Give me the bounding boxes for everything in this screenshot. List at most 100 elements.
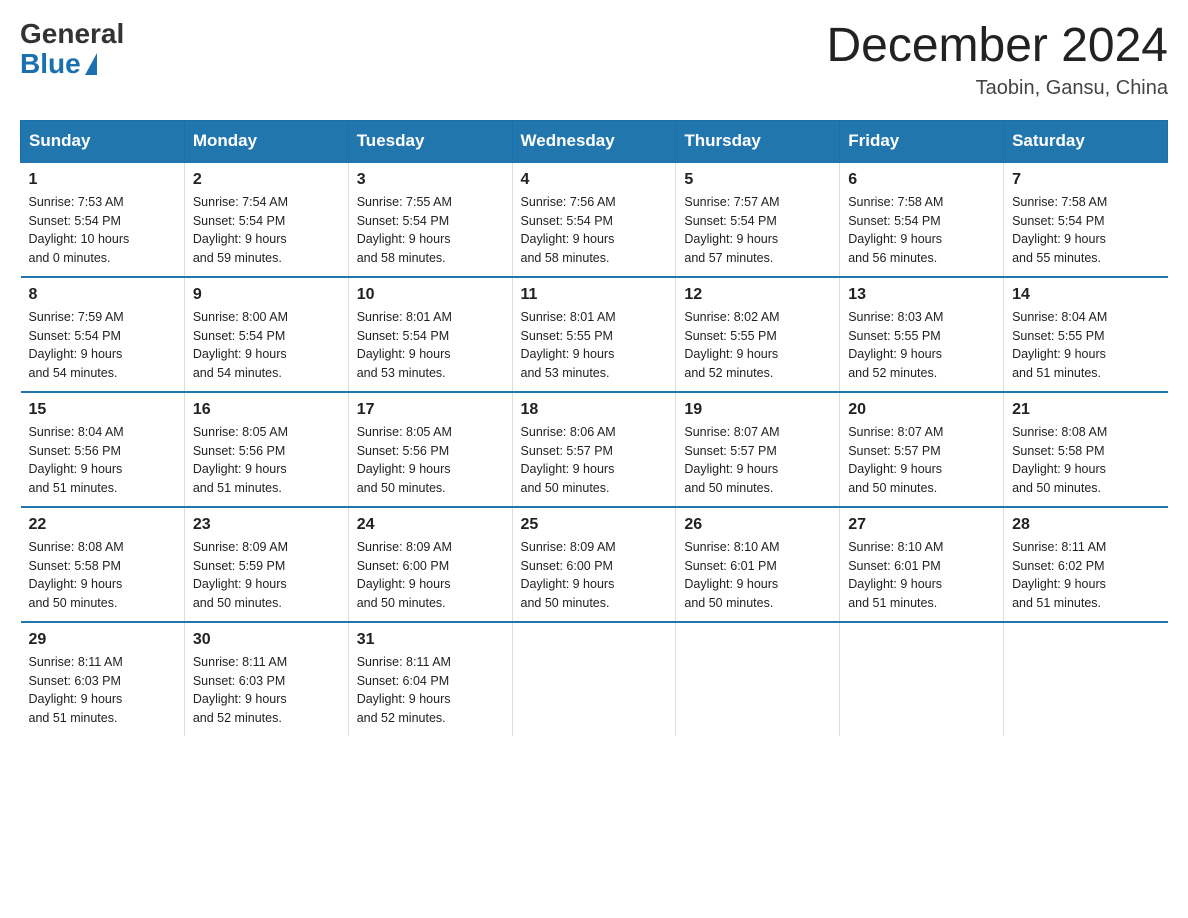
calendar-cell: 14Sunrise: 8:04 AM Sunset: 5:55 PM Dayli…	[1004, 277, 1168, 392]
day-number: 4	[521, 171, 668, 189]
calendar-cell: 10Sunrise: 8:01 AM Sunset: 5:54 PM Dayli…	[348, 277, 512, 392]
calendar-cell: 5 Sunrise: 7:57 AM Sunset: 5:54 PM Daylig…	[676, 162, 840, 277]
day-info: Sunrise: 8:08 AM Sunset: 5:58 PM Dayligh…	[29, 538, 176, 613]
day-number: 23	[193, 516, 340, 534]
day-info: Sunrise: 8:06 AM Sunset: 5:57 PM Dayligh…	[521, 423, 668, 498]
calendar-cell: 23Sunrise: 8:09 AM Sunset: 5:59 PM Dayli…	[184, 507, 348, 622]
day-number: 31	[357, 631, 504, 649]
column-header-wednesday: Wednesday	[512, 120, 676, 162]
day-number: 28	[1012, 516, 1159, 534]
day-number: 9	[193, 286, 340, 304]
calendar-week-row: 29Sunrise: 8:11 AM Sunset: 6:03 PM Dayli…	[21, 622, 1168, 736]
day-number: 5	[684, 171, 831, 189]
day-number: 2	[193, 171, 340, 189]
column-header-sunday: Sunday	[21, 120, 185, 162]
column-header-thursday: Thursday	[676, 120, 840, 162]
calendar-cell: 21 Sunrise: 8:08 AM Sunset: 5:58 PM Dayli…	[1004, 392, 1168, 507]
day-number: 21	[1012, 401, 1159, 419]
calendar-cell: 11Sunrise: 8:01 AM Sunset: 5:55 PM Dayli…	[512, 277, 676, 392]
day-info: Sunrise: 8:04 AM Sunset: 5:55 PM Dayligh…	[1012, 308, 1159, 383]
day-info: Sunrise: 8:05 AM Sunset: 5:56 PM Dayligh…	[357, 423, 504, 498]
day-info: Sunrise: 8:11 AM Sunset: 6:03 PM Dayligh…	[193, 653, 340, 728]
month-title: December 2024	[826, 20, 1168, 73]
day-info: Sunrise: 8:11 AM Sunset: 6:02 PM Dayligh…	[1012, 538, 1159, 613]
day-number: 25	[521, 516, 668, 534]
title-section: December 2024 Taobin, Gansu, China	[826, 20, 1168, 100]
day-number: 24	[357, 516, 504, 534]
logo-triangle-icon	[85, 53, 97, 75]
logo: General Blue	[20, 20, 124, 80]
calendar-cell: 17 Sunrise: 8:05 AM Sunset: 5:56 PM Dayli…	[348, 392, 512, 507]
day-info: Sunrise: 8:10 AM Sunset: 6:01 PM Dayligh…	[684, 538, 831, 613]
calendar-cell: 6Sunrise: 7:58 AM Sunset: 5:54 PM Daylig…	[840, 162, 1004, 277]
calendar-cell: 16 Sunrise: 8:05 AM Sunset: 5:56 PM Dayli…	[184, 392, 348, 507]
day-number: 13	[848, 286, 995, 304]
location-subtitle: Taobin, Gansu, China	[826, 77, 1168, 100]
calendar-cell: 3 Sunrise: 7:55 AM Sunset: 5:54 PM Daylig…	[348, 162, 512, 277]
calendar-cell: 20Sunrise: 8:07 AM Sunset: 5:57 PM Dayli…	[840, 392, 1004, 507]
page-header: General Blue December 2024 Taobin, Gansu…	[20, 20, 1168, 100]
calendar-cell: 28 Sunrise: 8:11 AM Sunset: 6:02 PM Dayli…	[1004, 507, 1168, 622]
calendar-cell: 1 Sunrise: 7:53 AM Sunset: 5:54 PM Daylig…	[21, 162, 185, 277]
day-info: Sunrise: 8:04 AM Sunset: 5:56 PM Dayligh…	[29, 423, 176, 498]
day-info: Sunrise: 8:09 AM Sunset: 6:00 PM Dayligh…	[357, 538, 504, 613]
calendar-week-row: 22 Sunrise: 8:08 AM Sunset: 5:58 PM Dayli…	[21, 507, 1168, 622]
calendar-cell: 13Sunrise: 8:03 AM Sunset: 5:55 PM Dayli…	[840, 277, 1004, 392]
day-number: 16	[193, 401, 340, 419]
day-number: 26	[684, 516, 831, 534]
calendar-cell: 29Sunrise: 8:11 AM Sunset: 6:03 PM Dayli…	[21, 622, 185, 736]
logo-general-text: General	[20, 20, 124, 48]
calendar-week-row: 15 Sunrise: 8:04 AM Sunset: 5:56 PM Dayli…	[21, 392, 1168, 507]
logo-blue-text: Blue	[20, 48, 97, 80]
day-info: Sunrise: 8:05 AM Sunset: 5:56 PM Dayligh…	[193, 423, 340, 498]
day-number: 22	[29, 516, 176, 534]
day-info: Sunrise: 8:09 AM Sunset: 6:00 PM Dayligh…	[521, 538, 668, 613]
day-info: Sunrise: 8:07 AM Sunset: 5:57 PM Dayligh…	[848, 423, 995, 498]
calendar-cell: 27 Sunrise: 8:10 AM Sunset: 6:01 PM Dayli…	[840, 507, 1004, 622]
day-info: Sunrise: 8:01 AM Sunset: 5:55 PM Dayligh…	[521, 308, 668, 383]
day-number: 6	[848, 171, 995, 189]
calendar-cell: 30Sunrise: 8:11 AM Sunset: 6:03 PM Dayli…	[184, 622, 348, 736]
day-info: Sunrise: 7:54 AM Sunset: 5:54 PM Dayligh…	[193, 193, 340, 268]
calendar-cell: 4 Sunrise: 7:56 AM Sunset: 5:54 PM Daylig…	[512, 162, 676, 277]
day-number: 3	[357, 171, 504, 189]
calendar-cell: 22 Sunrise: 8:08 AM Sunset: 5:58 PM Dayli…	[21, 507, 185, 622]
day-info: Sunrise: 7:58 AM Sunset: 5:54 PM Dayligh…	[1012, 193, 1159, 268]
column-header-monday: Monday	[184, 120, 348, 162]
day-number: 15	[29, 401, 176, 419]
calendar-cell: 24 Sunrise: 8:09 AM Sunset: 6:00 PM Dayli…	[348, 507, 512, 622]
calendar-cell: 25 Sunrise: 8:09 AM Sunset: 6:00 PM Dayli…	[512, 507, 676, 622]
day-info: Sunrise: 7:57 AM Sunset: 5:54 PM Dayligh…	[684, 193, 831, 268]
calendar-cell: 19 Sunrise: 8:07 AM Sunset: 5:57 PM Dayli…	[676, 392, 840, 507]
day-number: 1	[29, 171, 176, 189]
calendar-table: SundayMondayTuesdayWednesdayThursdayFrid…	[20, 120, 1168, 736]
day-number: 12	[684, 286, 831, 304]
calendar-cell: 2 Sunrise: 7:54 AM Sunset: 5:54 PM Daylig…	[184, 162, 348, 277]
calendar-body: 1 Sunrise: 7:53 AM Sunset: 5:54 PM Daylig…	[21, 162, 1168, 736]
calendar-cell: 7 Sunrise: 7:58 AM Sunset: 5:54 PM Daylig…	[1004, 162, 1168, 277]
calendar-cell	[676, 622, 840, 736]
day-info: Sunrise: 8:08 AM Sunset: 5:58 PM Dayligh…	[1012, 423, 1159, 498]
day-info: Sunrise: 7:55 AM Sunset: 5:54 PM Dayligh…	[357, 193, 504, 268]
day-info: Sunrise: 7:53 AM Sunset: 5:54 PM Dayligh…	[29, 193, 176, 268]
column-header-tuesday: Tuesday	[348, 120, 512, 162]
calendar-cell: 12Sunrise: 8:02 AM Sunset: 5:55 PM Dayli…	[676, 277, 840, 392]
day-info: Sunrise: 7:59 AM Sunset: 5:54 PM Dayligh…	[29, 308, 176, 383]
calendar-cell: 8 Sunrise: 7:59 AM Sunset: 5:54 PM Daylig…	[21, 277, 185, 392]
day-info: Sunrise: 8:10 AM Sunset: 6:01 PM Dayligh…	[848, 538, 995, 613]
column-header-saturday: Saturday	[1004, 120, 1168, 162]
day-info: Sunrise: 8:11 AM Sunset: 6:04 PM Dayligh…	[357, 653, 504, 728]
day-number: 19	[684, 401, 831, 419]
day-number: 27	[848, 516, 995, 534]
day-number: 17	[357, 401, 504, 419]
day-info: Sunrise: 8:11 AM Sunset: 6:03 PM Dayligh…	[29, 653, 176, 728]
calendar-cell	[1004, 622, 1168, 736]
day-number: 10	[357, 286, 504, 304]
calendar-cell: 31 Sunrise: 8:11 AM Sunset: 6:04 PM Dayli…	[348, 622, 512, 736]
calendar-cell	[840, 622, 1004, 736]
day-info: Sunrise: 8:07 AM Sunset: 5:57 PM Dayligh…	[684, 423, 831, 498]
day-number: 8	[29, 286, 176, 304]
day-info: Sunrise: 7:56 AM Sunset: 5:54 PM Dayligh…	[521, 193, 668, 268]
day-number: 7	[1012, 171, 1159, 189]
day-info: Sunrise: 8:00 AM Sunset: 5:54 PM Dayligh…	[193, 308, 340, 383]
